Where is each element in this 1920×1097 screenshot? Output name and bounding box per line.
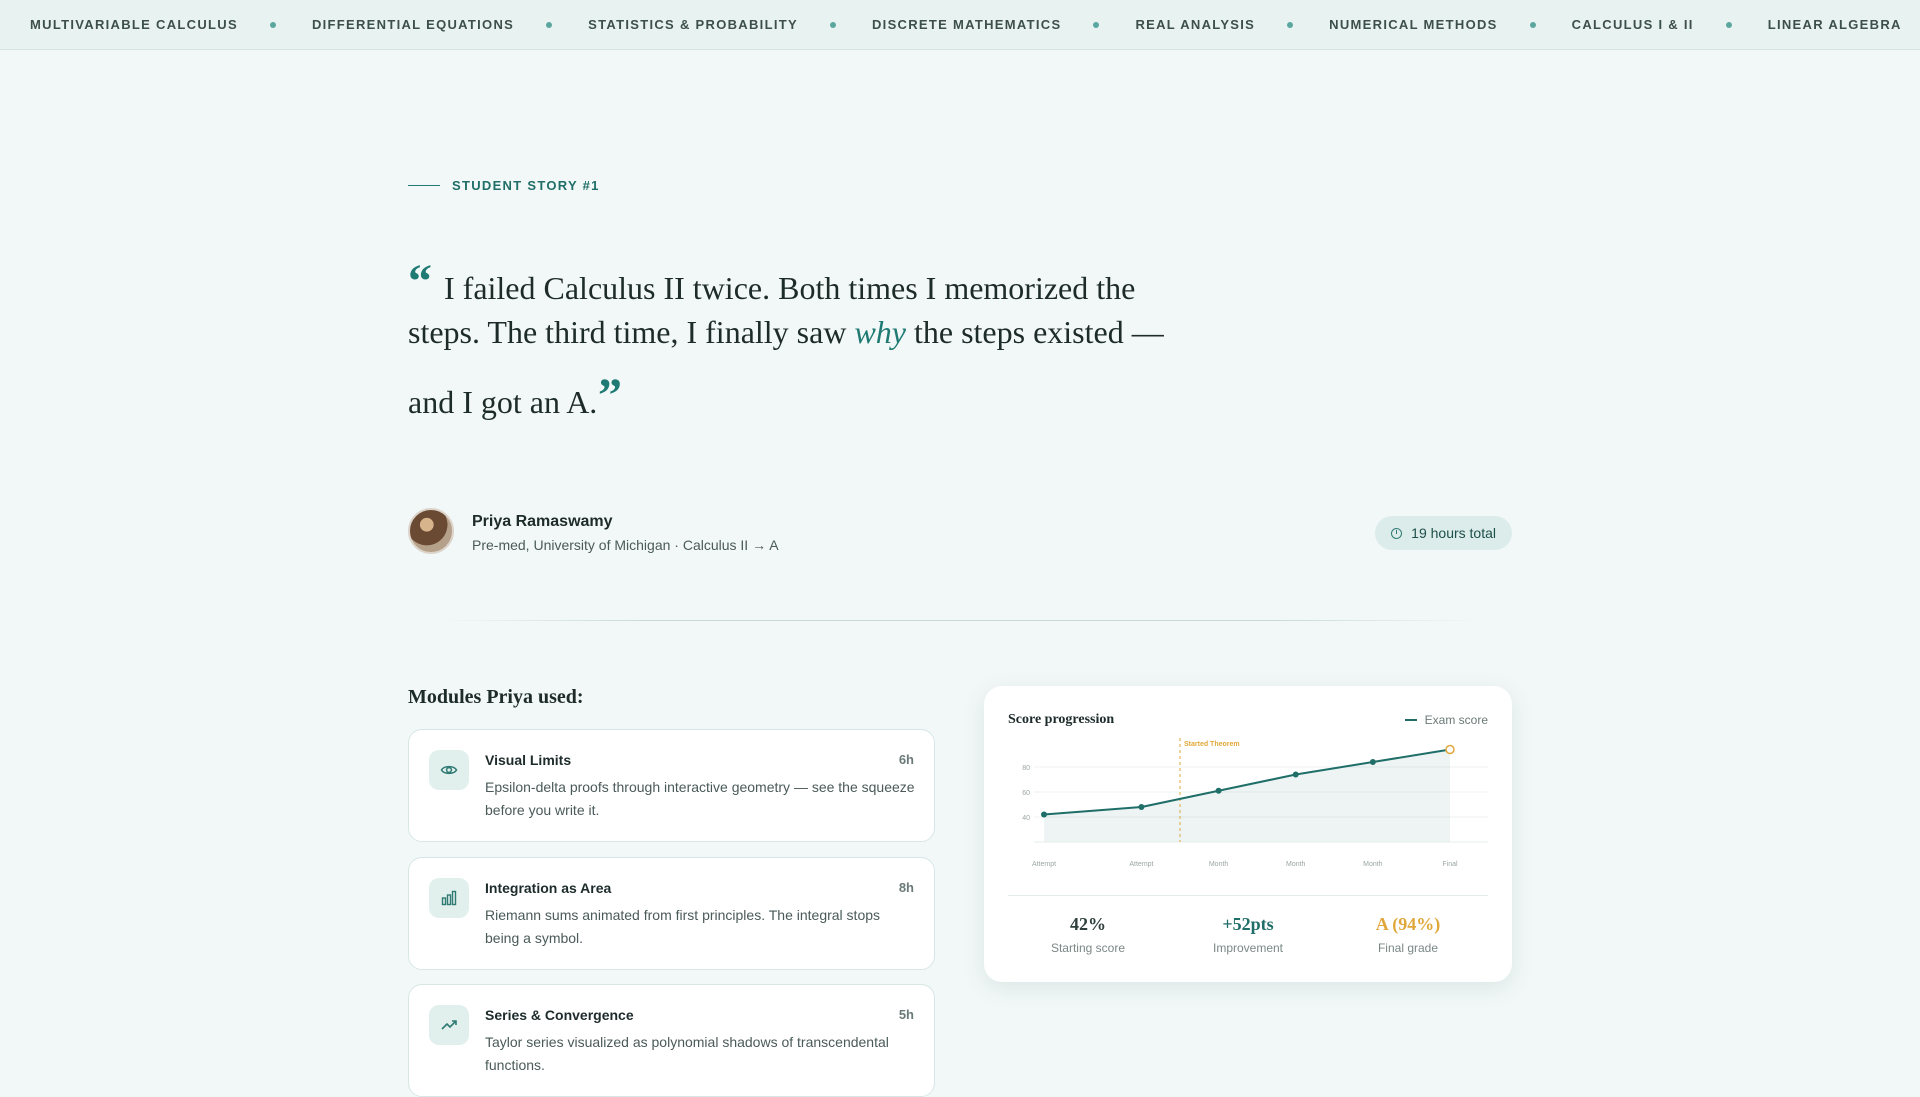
ticker-item-label: STATISTICS & PROBABILITY [588,17,798,32]
stat-label: Starting score [1050,941,1126,955]
legend-swatch [1404,719,1417,721]
x-tick-label: Month [1209,861,1229,868]
module-card-series-convergence[interactable]: Series & Convergence 5h Taylor series vi… [408,984,935,1097]
y-tick-label: 80 [1022,765,1030,772]
eyebrow-label: STUDENT STORY #1 [452,178,600,193]
ticker-item: MULTIVARIABLE CALCULUS [30,17,312,32]
stats-divider [1008,895,1488,896]
y-tick-label: 40 [1022,815,1030,822]
ticker-item: DIFFERENTIAL EQUATIONS [312,17,588,32]
close-quote-mark: ” [598,369,622,422]
ticker-item: CALCULUS I & II [1572,17,1768,32]
ticker-item-label: NUMERICAL METHODS [1329,17,1498,32]
ticker-item-label: DIFFERENTIAL EQUATIONS [311,17,515,32]
stat-value: 42% [1070,914,1106,934]
module-description: Riemann sums animated from first princip… [485,907,881,946]
avatar [408,508,454,554]
chart-title: Score progression [1008,712,1115,727]
open-quote-mark: “ [408,255,432,308]
x-tick-label: Final [1442,861,1458,868]
quote-line-2-start: steps. The third time, I finally saw [408,314,855,350]
modules-title: Modules Priya used: [408,686,584,708]
stat-value: A (94%) [1375,914,1441,934]
ticker-item: NUMERICAL METHODS [1329,17,1571,32]
story-eyebrow: STUDENT STORY #1 [408,178,600,193]
stat-label: Final grade [1377,941,1439,955]
module-description: Epsilon-delta proofs through interactive… [485,779,915,818]
author-row: Priya Ramaswamy Pre-med, University of M… [408,508,1512,558]
ticker-separator-dot [269,21,276,28]
score-area [1044,749,1450,842]
trending-up-icon [429,1005,469,1045]
author-name: Priya Ramaswamy [472,513,613,530]
stat-label: Improvement [1212,941,1284,955]
module-title: Visual Limits [485,752,572,768]
quote-line-1: I failed Calculus II twice. Both times I… [444,270,1136,306]
ticker-item-label: MULTIVARIABLE CALCULUS [30,17,238,32]
ticker-separator-dot [546,21,553,28]
module-hours: 8h [898,880,914,895]
ticker-separator-dot [1529,21,1536,28]
clock-icon [1391,527,1403,539]
topic-ticker: MULTIVARIABLE CALCULUS DIFFERENTIAL EQUAT… [0,0,1920,50]
ticker-separator-dot [829,21,836,28]
ticker-item-label: REAL ANALYSIS [1135,17,1256,32]
eye-icon [429,750,469,790]
ticker-track: MULTIVARIABLE CALCULUS DIFFERENTIAL EQUAT… [30,0,1920,49]
ticker-item-label: DISCRETE MATHEMATICS [871,17,1062,32]
module-title: Series & Convergence [485,1007,634,1023]
ticker-item-label: CALCULUS I & II [1571,17,1694,32]
module-card-integration-as-area[interactable]: Integration as Area 8h Riemann sums anim… [408,857,935,970]
score-progression-card: Score progression Exam score 40 60 80 Start… [984,686,1512,982]
bar-chart-icon [429,878,469,918]
hours-badge: 19 hours total [1375,516,1512,550]
quote-line-3: and I got an A. [408,384,598,420]
eyebrow-rule [408,185,440,186]
score-point [1369,759,1376,765]
module-title: Integration as Area [485,880,612,896]
section-divider [438,620,1482,621]
ticker-item-label: LINEAR ALGEBRA [1767,17,1902,32]
module-hours: 5h [898,1007,914,1022]
ticker-item: LINEAR ALGEBRA [1768,17,1920,32]
quote-line-2: steps. The third time, I finally saw why… [408,310,1164,354]
x-tick-label: Attempt [1032,861,1056,868]
author-meta: Pre-med, University of Michigan · Calcul… [472,537,779,553]
chart-legend: Exam score [1404,713,1488,727]
hours-badge-label: 19 hours total [1411,525,1496,541]
module-card-visual-limits[interactable]: Visual Limits 6h Epsilon-delta proofs th… [408,729,935,842]
score-point [1215,787,1222,794]
stat-improvement: +52pts Improvement [1168,914,1328,955]
quote-emphasis: why [854,314,906,350]
module-description: Taylor series visualized as polynomial s… [485,1034,889,1073]
x-tick-label: Month [1363,861,1383,868]
y-tick-label: 60 [1022,790,1030,797]
quote-line-2-end: the steps existed — [905,314,1164,350]
score-point [1138,804,1145,810]
stat-final-grade: A (94%) Final grade [1328,914,1488,955]
stat-value: +52pts [1222,914,1274,934]
ticker-item: DISCRETE MATHEMATICS [872,17,1135,32]
legend-label: Exam score [1424,713,1488,727]
x-tick-label: Month [1286,861,1306,868]
ticker-separator-dot [1725,21,1732,28]
ticker-item: REAL ANALYSIS [1135,17,1329,32]
ticker-separator-dot [1287,21,1294,28]
score-point-final [1445,744,1455,755]
score-point [1292,771,1299,778]
module-hours: 6h [898,752,914,767]
ticker-item: STATISTICS & PROBABILITY [588,17,872,32]
annotation-label: Started Theorem [1184,741,1240,748]
score-line-chart: 40 60 80 Started Theorem Attempt Attempt Month… [1022,738,1488,868]
stat-starting-score: 42% Starting score [1008,914,1168,955]
x-tick-label: Attempt [1129,861,1153,868]
score-point [1041,811,1047,818]
ticker-separator-dot [1093,21,1100,28]
